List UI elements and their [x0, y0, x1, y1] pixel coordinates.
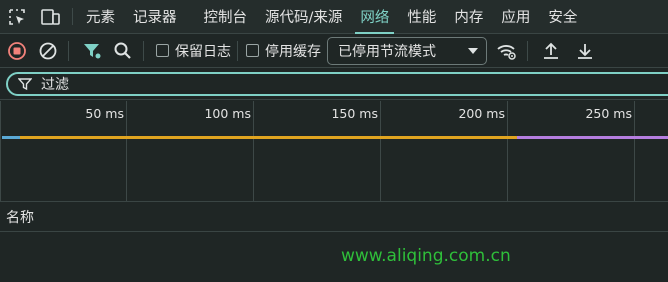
timeline-gridline	[253, 101, 254, 201]
filter-placeholder: 过滤	[41, 77, 69, 93]
download-icon	[578, 43, 592, 59]
upload-icon	[544, 42, 558, 59]
toolbar-separator	[237, 40, 238, 61]
timeline-gridline	[0, 101, 1, 201]
timeline-gridline	[507, 101, 508, 201]
tab-elements[interactable]: 元素	[77, 0, 124, 33]
tab-recorder[interactable]: 记录器	[124, 0, 186, 33]
tab-network[interactable]: 网络	[351, 0, 398, 34]
filter-icon	[18, 78, 32, 91]
toolbar-separator	[527, 40, 528, 61]
filter-toggle-button[interactable]	[78, 37, 106, 65]
request-bar-blue	[2, 136, 20, 139]
clear-icon	[39, 42, 57, 59]
toolbar-separator	[68, 40, 69, 61]
clear-button[interactable]	[34, 37, 62, 65]
checkbox-box[interactable]	[156, 44, 169, 57]
disable-cache-label: 停用缓存	[265, 43, 321, 60]
preserve-log-label: 保留日志	[175, 43, 231, 60]
panel-tabs: 元素 记录器 控制台 源代码/来源 网络 性能 内存 应用 安全	[77, 0, 586, 34]
search-button[interactable]	[109, 37, 137, 65]
filter-input[interactable]: 过滤	[6, 72, 668, 96]
timeline-tick-label: 100 ms	[204, 106, 251, 121]
tab-performance[interactable]: 性能	[398, 0, 445, 33]
record-icon	[8, 41, 26, 60]
tab-sources[interactable]: 源代码/来源	[256, 0, 351, 33]
timeline-tick-label: 150 ms	[331, 106, 378, 121]
disable-cache-checkbox[interactable]: 停用缓存	[246, 41, 321, 61]
requests-table-header: 名称	[0, 202, 668, 232]
checkbox-box[interactable]	[246, 44, 259, 57]
preserve-log-checkbox[interactable]: 保留日志	[156, 41, 231, 61]
network-toolbar: 保留日志 停用缓存 已停用节流模式	[0, 34, 668, 68]
tab-console[interactable]: 控制台	[186, 0, 257, 33]
tab-application[interactable]: 应用	[492, 0, 539, 33]
throttling-select[interactable]: 已停用节流模式	[327, 36, 487, 65]
filter-bar: 过滤	[0, 68, 668, 100]
network-conditions-button[interactable]	[493, 37, 521, 65]
filter-funnel-icon	[84, 43, 101, 58]
search-icon	[114, 42, 131, 59]
timeline-gridline	[126, 101, 127, 201]
watermark-text: www.aliqing.com.cn	[341, 246, 511, 266]
dropdown-arrow-icon	[468, 47, 478, 54]
throttling-value: 已停用节流模式	[338, 43, 436, 60]
record-stop-button[interactable]	[3, 37, 31, 65]
export-har-button[interactable]	[571, 37, 599, 65]
timeline-gridline	[634, 101, 635, 201]
device-toggle-icon[interactable]	[34, 0, 68, 34]
tab-security[interactable]: 安全	[539, 0, 586, 33]
name-column-header[interactable]: 名称	[6, 207, 34, 227]
tab-separator	[72, 8, 73, 25]
timeline-tick-label: 50 ms	[85, 106, 124, 121]
wifi-settings-icon	[497, 44, 516, 60]
timeline-gridline	[380, 101, 381, 201]
import-har-button[interactable]	[537, 37, 565, 65]
request-bar-orange	[20, 136, 517, 139]
timeline-tick-label: 250 ms	[585, 106, 632, 121]
request-bar-purple	[517, 136, 668, 139]
network-overview-timeline[interactable]: 50 ms 100 ms 150 ms 200 ms 250 ms	[0, 101, 668, 202]
toolbar-separator	[143, 40, 144, 61]
devtools-tab-bar: 元素 记录器 控制台 源代码/来源 网络 性能 内存 应用 安全	[0, 0, 668, 34]
timeline-tick-label: 200 ms	[458, 106, 505, 121]
inspect-cursor-icon[interactable]	[0, 0, 34, 34]
tab-memory[interactable]: 内存	[445, 0, 492, 33]
